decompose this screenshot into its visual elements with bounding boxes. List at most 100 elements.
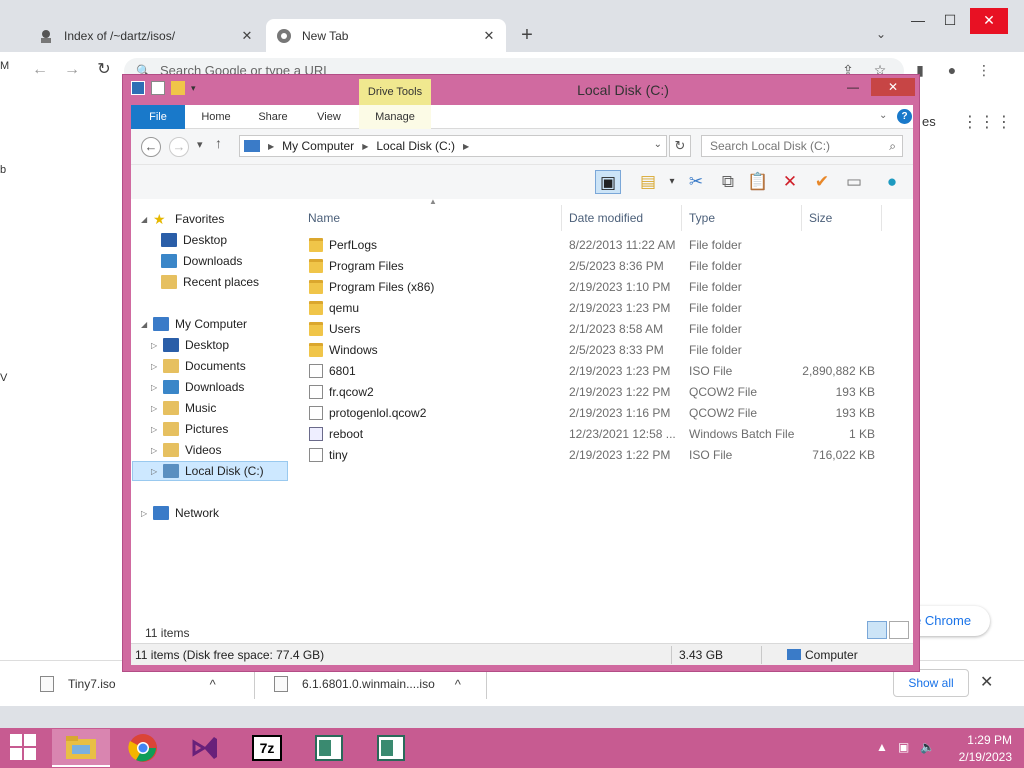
explorer-titlebar[interactable]: ▾ Drive Tools Local Disk (C:) — ☐ ✕ bbox=[123, 75, 919, 105]
maximize-button[interactable]: ☐ bbox=[932, 8, 968, 34]
breadcrumb-local-disk[interactable]: Local Disk (C:) bbox=[376, 139, 455, 153]
details-view-icon[interactable] bbox=[867, 621, 887, 639]
globe-icon[interactable]: ● bbox=[879, 170, 905, 194]
address-bar[interactable]: ▶ My Computer ▶ Local Disk (C:) ▶ ⌄ bbox=[239, 135, 667, 157]
expand-ribbon-icon[interactable]: ⌄ bbox=[879, 110, 887, 121]
breadcrumb-arrow-icon[interactable]: ▶ bbox=[268, 142, 274, 151]
file-row[interactable]: qemu 2/19/2023 1:23 PM File folder bbox=[299, 298, 911, 319]
breadcrumb-arrow-icon[interactable]: ▶ bbox=[362, 142, 368, 151]
collapse-arrow-icon[interactable]: ◢ bbox=[141, 215, 151, 224]
tab-search-icon[interactable]: ⌄ bbox=[876, 27, 886, 41]
download-item[interactable]: Tiny7.iso ^ bbox=[40, 671, 240, 697]
file-row[interactable]: Program Files (x86) 2/19/2023 1:10 PM File… bbox=[299, 277, 911, 298]
nav-music[interactable]: ▷ Music bbox=[151, 398, 216, 418]
tab-index-dartz-isos[interactable]: Index of /~dartz/isos/ ✕ bbox=[28, 19, 264, 52]
minimize-button[interactable]: — bbox=[841, 78, 865, 96]
volume-icon[interactable]: 🔈 bbox=[920, 740, 935, 754]
file-row[interactable]: tiny 2/19/2023 1:22 PM ISO File 716,022 KB bbox=[299, 445, 911, 466]
profile-avatar-icon[interactable]: ● bbox=[942, 62, 962, 78]
taskbar-file-explorer[interactable] bbox=[52, 729, 110, 767]
nav-network[interactable]: ▷ Network bbox=[141, 503, 219, 523]
show-hidden-icons-icon[interactable]: ▲ bbox=[876, 740, 888, 754]
expand-arrow-icon[interactable]: ▷ bbox=[151, 404, 161, 413]
file-row[interactable]: Windows 2/5/2023 8:33 PM File folder bbox=[299, 340, 911, 361]
nav-fav-recent-places[interactable]: Recent places bbox=[161, 272, 259, 292]
rename-icon[interactable]: ▭ bbox=[841, 170, 867, 194]
collapse-arrow-icon[interactable]: ◢ bbox=[141, 320, 151, 329]
tab-manage[interactable]: Manage bbox=[359, 105, 431, 129]
close-button[interactable]: ✕ bbox=[970, 8, 1008, 34]
column-divider[interactable] bbox=[881, 205, 882, 231]
reload-icon[interactable]: ↻ bbox=[94, 61, 114, 81]
taskbar-explorer-window-1[interactable] bbox=[300, 729, 358, 767]
checkmark-icon[interactable]: ✔ bbox=[809, 170, 835, 194]
nav-desktop[interactable]: ▷ Desktop bbox=[151, 335, 229, 355]
new-folder-icon[interactable] bbox=[171, 81, 185, 95]
tab-close-icon[interactable]: ✕ bbox=[482, 28, 496, 44]
forward-icon[interactable]: → bbox=[169, 137, 189, 157]
nav-local-disk[interactable]: ▷ Local Disk (C:) bbox=[132, 461, 288, 481]
file-row[interactable]: Program Files 2/5/2023 8:36 PM File folder bbox=[299, 256, 911, 277]
preview-pane-icon[interactable]: ▣ bbox=[595, 170, 621, 194]
expand-arrow-icon[interactable]: ▷ bbox=[151, 467, 161, 476]
nav-fav-downloads[interactable]: Downloads bbox=[161, 251, 242, 271]
properties-folder-icon[interactable]: ▤ bbox=[635, 170, 661, 194]
tab-view[interactable]: View bbox=[307, 105, 351, 129]
close-button[interactable]: ✕ bbox=[871, 78, 915, 96]
file-row[interactable]: Users 2/1/2023 8:58 AM File folder bbox=[299, 319, 911, 340]
nav-fav-desktop[interactable]: Desktop bbox=[161, 230, 227, 250]
tab-share[interactable]: Share bbox=[249, 105, 297, 129]
copy-icon[interactable]: ⧉ bbox=[715, 170, 741, 194]
column-divider[interactable] bbox=[681, 205, 682, 231]
chevron-up-icon[interactable]: ^ bbox=[455, 677, 461, 692]
start-button[interactable] bbox=[10, 734, 38, 762]
taskbar-visual-studio[interactable] bbox=[176, 729, 234, 767]
apps-grid-icon[interactable]: ⋮⋮⋮ bbox=[962, 112, 1013, 132]
search-input[interactable]: Search Local Disk (C:) ⌕ bbox=[701, 135, 903, 157]
column-date-modified[interactable]: Date modified bbox=[569, 205, 643, 231]
file-row[interactable]: reboot 12/23/2021 12:58 ... Windows Batch … bbox=[299, 424, 911, 445]
file-row[interactable]: 6801 2/19/2023 1:23 PM ISO File 2,890,882 K… bbox=[299, 361, 911, 382]
cut-icon[interactable]: ✂ bbox=[683, 170, 709, 194]
refresh-button[interactable]: ↻ bbox=[669, 135, 691, 157]
expand-arrow-icon[interactable]: ▷ bbox=[141, 509, 151, 518]
file-row[interactable]: fr.qcow2 2/19/2023 1:22 PM QCOW2 File 193 K… bbox=[299, 382, 911, 403]
column-divider[interactable] bbox=[561, 205, 562, 231]
file-row[interactable]: protogenlol.qcow2 2/19/2023 1:16 PM QCOW2 … bbox=[299, 403, 911, 424]
column-divider[interactable] bbox=[801, 205, 802, 231]
expand-arrow-icon[interactable]: ▷ bbox=[151, 446, 161, 455]
tab-home[interactable]: Home bbox=[191, 105, 241, 129]
tab-new-tab[interactable]: New Tab ✕ bbox=[266, 19, 506, 52]
nav-favorites[interactable]: ◢ ★ Favorites bbox=[141, 209, 224, 229]
nav-my-computer[interactable]: ◢ My Computer bbox=[141, 314, 247, 334]
column-type[interactable]: Type bbox=[689, 205, 715, 231]
back-icon[interactable]: ← bbox=[141, 137, 161, 157]
breadcrumb-my-computer[interactable]: My Computer bbox=[282, 139, 354, 153]
close-downloads-icon[interactable]: ✕ bbox=[980, 672, 993, 692]
large-icons-view-icon[interactable] bbox=[889, 621, 909, 639]
recent-locations-icon[interactable]: ▾ bbox=[197, 138, 203, 151]
taskbar-clock[interactable]: 1:29 PM 2/19/2023 bbox=[946, 732, 1012, 766]
chevron-up-icon[interactable]: ^ bbox=[210, 677, 216, 692]
expand-arrow-icon[interactable]: ▷ bbox=[151, 383, 161, 392]
expand-arrow-icon[interactable]: ▷ bbox=[151, 425, 161, 434]
show-all-button[interactable]: Show all bbox=[893, 669, 969, 697]
nav-videos[interactable]: ▷ Videos bbox=[151, 440, 221, 460]
download-item[interactable]: 6.1.6801.0.winmain....iso ^ bbox=[274, 671, 484, 697]
forward-icon[interactable]: → bbox=[62, 61, 82, 81]
column-name[interactable]: Name bbox=[308, 205, 340, 231]
taskbar-7zip[interactable]: 7z bbox=[238, 729, 296, 767]
address-dropdown-icon[interactable]: ⌄ bbox=[654, 139, 662, 150]
back-icon[interactable]: ← bbox=[30, 61, 50, 81]
taskbar-explorer-window-2[interactable] bbox=[362, 729, 420, 767]
delete-icon[interactable]: ✕ bbox=[777, 170, 803, 194]
tab-file[interactable]: File bbox=[131, 105, 185, 129]
nav-documents[interactable]: ▷ Documents bbox=[151, 356, 246, 376]
up-icon[interactable]: ↑ bbox=[215, 135, 222, 151]
tab-close-icon[interactable]: ✕ bbox=[240, 28, 254, 44]
network-tray-icon[interactable]: ▣ bbox=[898, 740, 909, 754]
menu-kebab-icon[interactable]: ⋮ bbox=[974, 62, 994, 79]
nav-pictures[interactable]: ▷ Pictures bbox=[151, 419, 228, 439]
file-row[interactable]: PerfLogs 8/22/2013 11:22 AM File folder bbox=[299, 235, 911, 256]
column-size[interactable]: Size bbox=[809, 205, 832, 231]
